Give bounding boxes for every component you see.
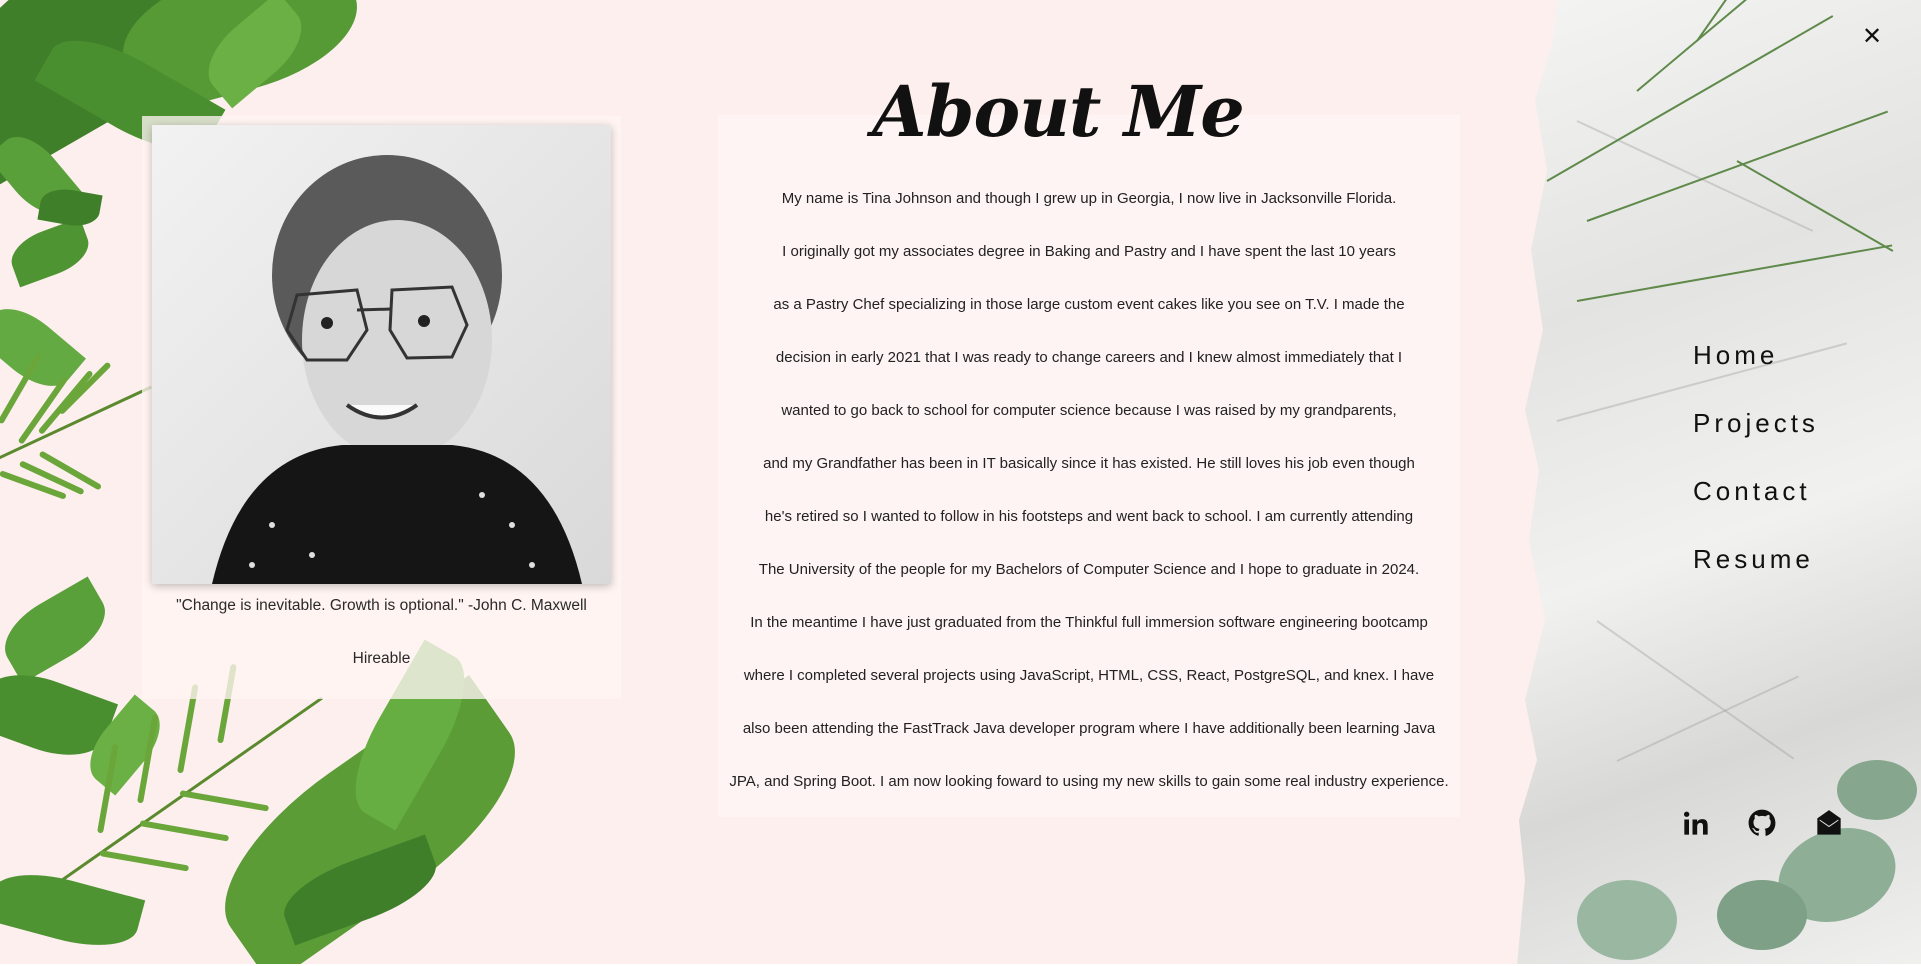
about-line: wanted to go back to school for computer… — [781, 402, 1397, 419]
about-text: My name is Tina Johnson and though I gre… — [718, 187, 1460, 823]
page-title: About Me — [872, 70, 1245, 153]
nav-item-resume[interactable]: Resume — [1693, 544, 1819, 612]
profile-quote: "Change is inevitable. Growth is optiona… — [176, 597, 587, 614]
main-nav: Home Projects Contact Resume — [1693, 340, 1819, 612]
about-line: also been attending the FastTrack Java d… — [742, 720, 1436, 737]
profile-photo-image — [152, 125, 611, 584]
about-line: decision in early 2021 that I was ready … — [775, 349, 1403, 366]
about-line: The University of the people for my Bach… — [758, 561, 1420, 578]
about-line: where I completed several projects using… — [743, 667, 1435, 684]
about-line: I originally got my associates degree in… — [782, 243, 1396, 260]
status-label: Hireable — [352, 650, 411, 667]
github-icon[interactable] — [1748, 809, 1776, 837]
email-icon[interactable] — [1815, 809, 1843, 837]
about-line: My name is Tina Johnson and though I gre… — [781, 190, 1397, 207]
about-line: JPA, and Spring Boot. I am now looking f… — [729, 773, 1449, 790]
close-icon[interactable]: ✕ — [1861, 25, 1883, 49]
about-line: and my Grandfather has been in IT basica… — [763, 455, 1415, 472]
profile-photo — [152, 125, 611, 584]
about-line: as a Pastry Chef specializing in those l… — [773, 296, 1405, 313]
nav-item-projects[interactable]: Projects — [1693, 408, 1819, 476]
linkedin-icon[interactable] — [1682, 809, 1710, 837]
nav-item-home[interactable]: Home — [1693, 340, 1819, 408]
nav-item-contact[interactable]: Contact — [1693, 476, 1819, 544]
about-line: he's retired so I wanted to follow in hi… — [764, 508, 1414, 525]
about-line: In the meantime I have just graduated fr… — [750, 614, 1428, 631]
